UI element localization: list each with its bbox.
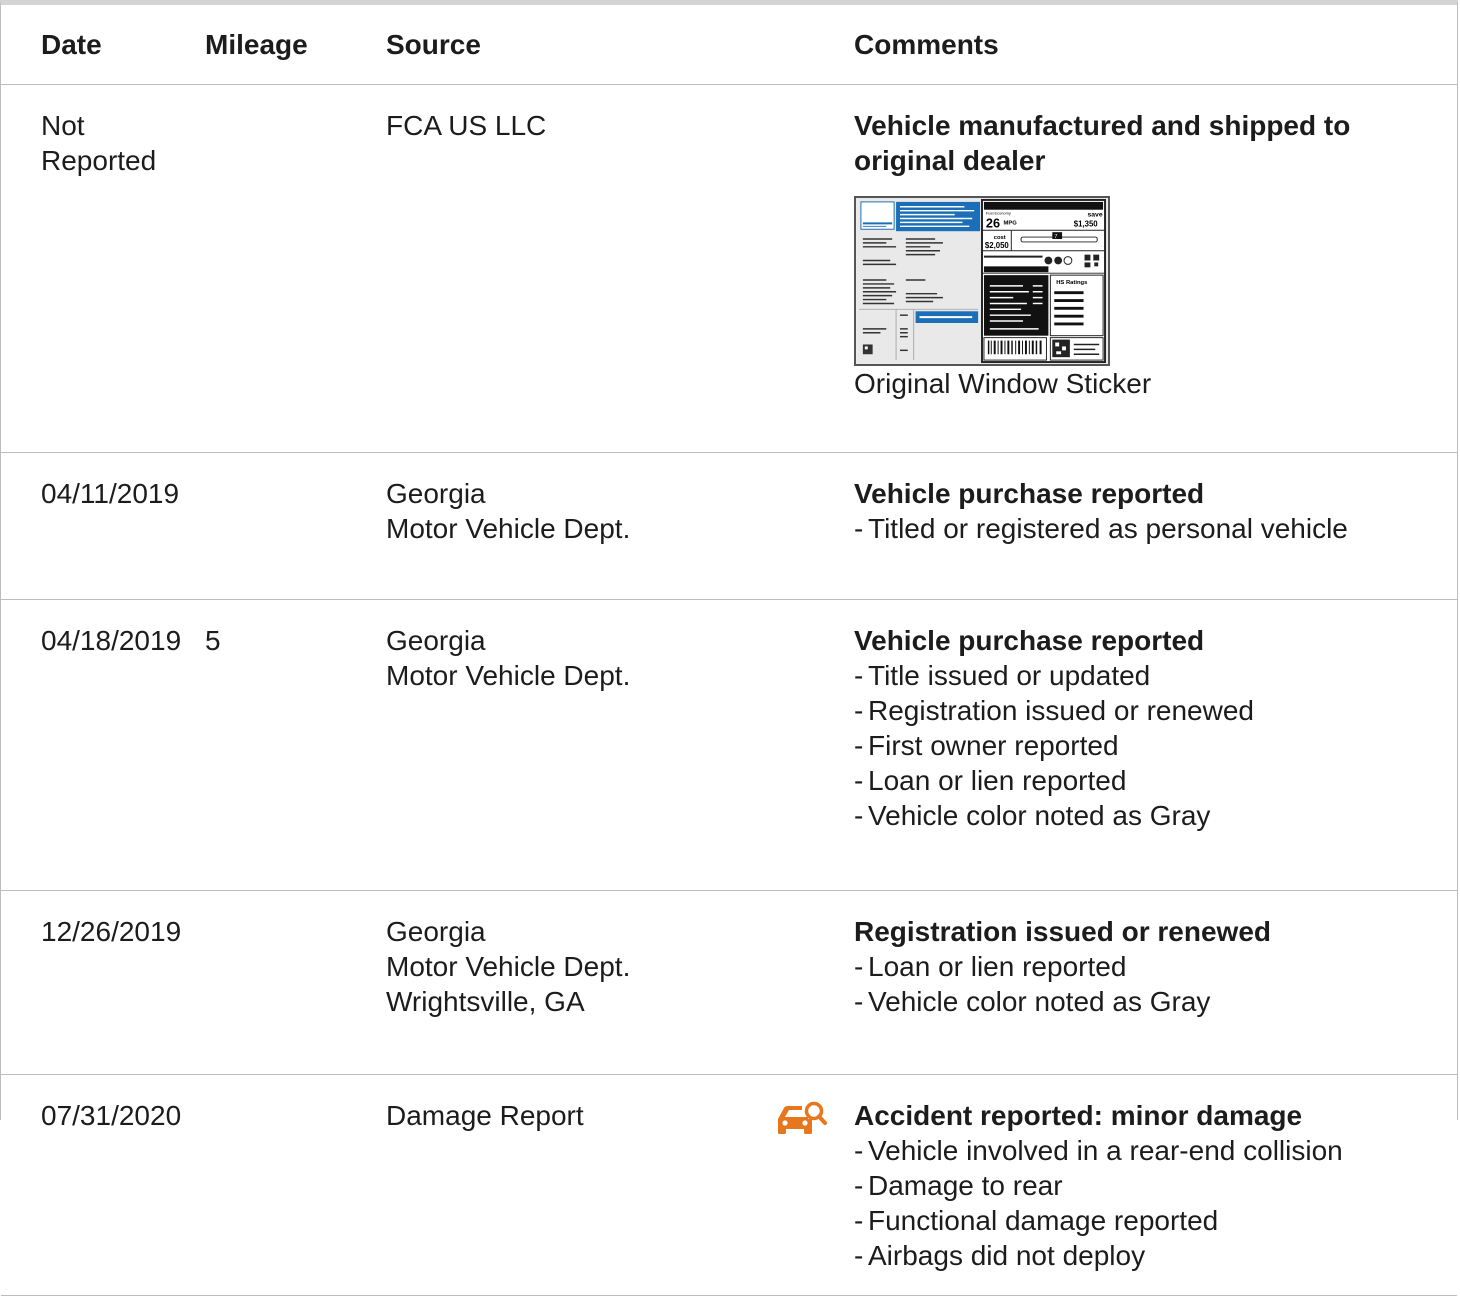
column-header-source: Source [351,5,721,85]
row-comments: Vehicle purchase reported - Title issued … [854,599,1457,891]
comment-details: - Titled or registered as personal vehicl… [854,511,1457,546]
comment-title: Vehicle manufactured and shipped to orig… [854,110,1351,176]
sticker-mpg: 26 [986,216,1000,230]
table-row: 04/11/2019 Georgia Motor Vehicle Dept. V… [1,452,1457,600]
comment-title: Accident reported: minor damage [854,1100,1303,1131]
row-mileage [205,890,351,1075]
source-line: Motor Vehicle Dept. [386,660,631,691]
row-icon-cell [721,452,854,600]
sticker-fuel-cost: $2,050 [985,241,1010,250]
window-sticker-caption[interactable]: Original Window Sticker [854,366,1457,401]
row-comments: Vehicle manufactured and shipped to orig… [854,84,1457,453]
row-date: 04/11/2019 [1,452,205,600]
car-search-icon [778,1101,827,1134]
comment-detail: - Functional damage reported [854,1205,1219,1236]
source-line: FCA US LLC [386,110,547,141]
sticker-save-amount: $1,350 [1074,219,1099,228]
row-date: 12/26/2019 [1,890,205,1075]
row-mileage [205,84,351,453]
source-line: Wrightsville, GA [386,986,585,1017]
table-row: 04/18/2019 5 Georgia Motor Vehicle Dept.… [1,599,1457,891]
source-line: Georgia [386,478,486,509]
row-mileage [205,452,351,600]
column-header-date: Date [1,5,205,85]
comment-detail: - Loan or lien reported [854,765,1127,796]
comment-detail: - Vehicle color noted as Gray [854,986,1211,1017]
comment-detail: - Vehicle color noted as Gray [854,800,1211,831]
row-icon-cell [721,890,854,1075]
row-source: Georgia Motor Vehicle Dept. [351,452,721,600]
column-header-comments: Comments [854,5,1457,85]
source-line: Georgia [386,916,486,947]
comment-detail: - Damage to rear [854,1170,1063,1201]
row-source: Georgia Motor Vehicle Dept. [351,599,721,891]
source-line: Damage Report [386,1100,584,1131]
comment-title: Registration issued or renewed [854,916,1271,947]
table-row: Not Reported FCA US LLC Vehicle manufact… [1,84,1457,453]
table-row: 12/26/2019 Georgia Motor Vehicle Dept. W… [1,890,1457,1075]
vehicle-history-table: Date Mileage Source Comments Not Reporte… [1,5,1457,1296]
source-line: Motor Vehicle Dept. [386,513,631,544]
window-sticker-thumbnail[interactable]: Fuel Economy 26 MPG save $1,350 cost $2,… [854,196,1110,366]
comment-detail: - Vehicle involved in a rear-end collisio… [854,1135,1343,1166]
comment-detail: - Title issued or updated [854,660,1151,691]
row-source: Georgia Motor Vehicle Dept. Wrightsville… [351,890,721,1075]
comment-title: Vehicle purchase reported [854,625,1205,656]
sticker-economy-label: Fuel Economy [986,211,1011,216]
table-header-row: Date Mileage Source Comments [1,5,1457,85]
row-date: 04/18/2019 [1,599,205,891]
row-mileage: 5 [205,599,351,891]
row-icon-cell [721,84,854,453]
comment-detail: - Airbags did not deploy [854,1240,1146,1271]
sticker-rating-value: 7 [1054,234,1057,240]
comment-details: - Title issued or updated - Registration i… [854,658,1457,833]
comment-detail: - First owner reported [854,730,1119,761]
source-line: Georgia [386,625,486,656]
column-header-icon [721,5,854,85]
row-icon-cell [721,599,854,891]
column-header-mileage: Mileage [205,5,351,85]
sticker-save-label: save [1087,212,1102,219]
row-comments: Registration issued or renewed - Loan or … [854,890,1457,1075]
comment-detail: - Titled or registered as personal vehicl… [854,513,1348,544]
row-date: Not Reported [1,84,205,453]
comment-details: - Loan or lien reported - Vehicle color no… [854,949,1457,1019]
comment-details: - Vehicle involved in a rear-end collisio… [854,1133,1457,1273]
comment-detail: - Registration issued or renewed [854,695,1254,726]
sticker-ratings-label: HS Ratings [1056,280,1088,286]
source-line: Motor Vehicle Dept. [386,951,631,982]
comment-detail: - Loan or lien reported [854,951,1127,982]
sticker-mpg-unit: MPG [1003,220,1017,226]
comment-title: Vehicle purchase reported [854,478,1205,509]
row-comments: Vehicle purchase reported - Titled or reg… [854,452,1457,600]
row-source: FCA US LLC [351,84,721,453]
